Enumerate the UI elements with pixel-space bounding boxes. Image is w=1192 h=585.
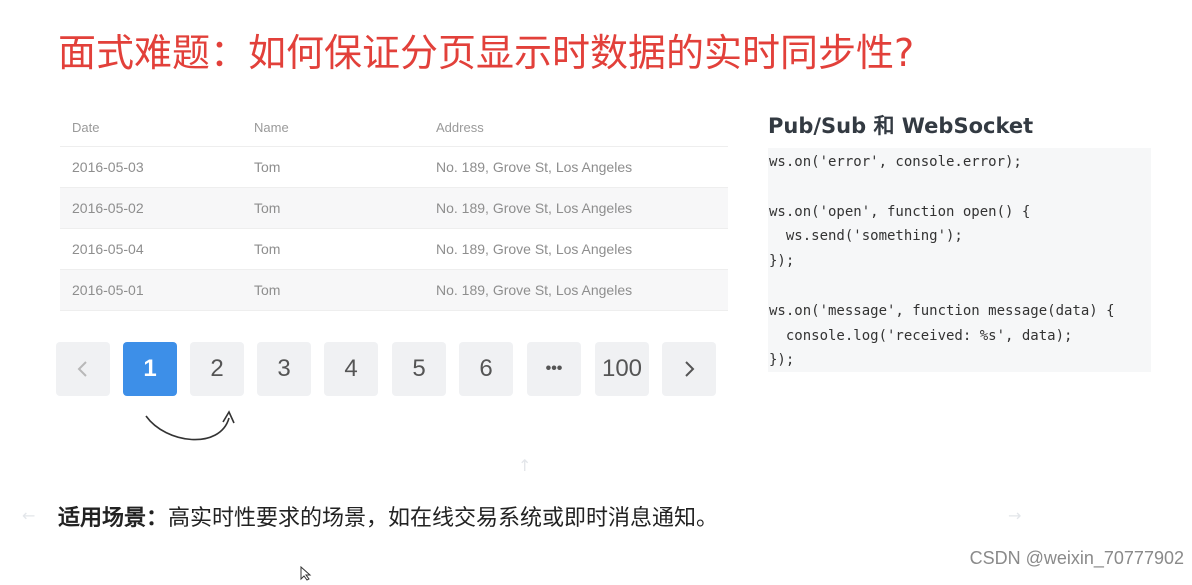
code-title: Pub/Sub 和 WebSocket xyxy=(768,114,1034,138)
page-button-3[interactable]: 3 xyxy=(257,342,311,396)
page-button-5[interactable]: 5 xyxy=(392,342,446,396)
faint-arrow-left-icon: ← xyxy=(22,506,36,525)
scenario-label: 适用场景： xyxy=(58,506,169,531)
watermark: CSDN @weixin_70777902 xyxy=(969,548,1184,568)
code-line: ws.on('error', console.error); xyxy=(769,154,1022,170)
cell-name: Tom xyxy=(254,200,281,216)
cell-address: No. 189, Grove St, Los Angeles xyxy=(436,200,633,216)
code-line: ws.on('open', function open() { xyxy=(769,203,1031,220)
cell-name: Tom xyxy=(254,159,281,175)
code-block: ws.on('error', console.error); ws.on('op… xyxy=(768,148,1151,372)
cell-address: No. 189, Grove St, Los Angeles xyxy=(436,241,633,257)
page-ellipsis-button[interactable]: ••• xyxy=(527,342,581,396)
cell-name: Tom xyxy=(254,241,281,257)
page-button-100[interactable]: 100 xyxy=(595,342,649,396)
faint-arrow-right-icon: → xyxy=(1008,506,1022,525)
cell-address: No. 189, Grove St, Los Angeles xyxy=(436,282,633,298)
header-date: Date xyxy=(72,119,100,135)
table-row[interactable]: 2016-05-02 Tom No. 189, Grove St, Los An… xyxy=(60,188,728,229)
code-line: }); xyxy=(769,352,795,369)
cell-date: 2016-05-04 xyxy=(72,241,144,257)
chevron-left-icon xyxy=(76,360,90,378)
faint-arrow-up-icon: ↑ xyxy=(518,456,532,475)
curved-arrow-icon xyxy=(140,404,240,454)
slide-title: 面式难题：如何保证分页显示时数据的实时同步性? xyxy=(58,31,915,75)
data-table: Date Name Address 2016-05-03 Tom No. 189… xyxy=(60,108,728,311)
table-row[interactable]: 2016-05-01 Tom No. 189, Grove St, Los An… xyxy=(60,270,728,311)
page-button-1[interactable]: 1 xyxy=(123,342,177,396)
cell-date: 2016-05-01 xyxy=(72,282,144,298)
cell-name: Tom xyxy=(254,282,281,298)
code-line: ws.send('something'); xyxy=(769,228,963,245)
header-name: Name xyxy=(254,119,289,135)
code-line: ws.on('message', function message(data) … xyxy=(769,302,1115,319)
next-page-button[interactable] xyxy=(662,342,716,396)
page-button-2[interactable]: 2 xyxy=(190,342,244,396)
cell-date: 2016-05-03 xyxy=(72,159,144,175)
page-button-4[interactable]: 4 xyxy=(324,342,378,396)
table-row[interactable]: 2016-05-04 Tom No. 189, Grove St, Los An… xyxy=(60,229,728,270)
code-line: }); xyxy=(769,253,795,270)
table-header: Date Name Address xyxy=(60,108,728,147)
table-row[interactable]: 2016-05-03 Tom No. 189, Grove St, Los An… xyxy=(60,147,728,188)
scenario-body: 高实时性要求的场景，如在线交易系统或即时消息通知。 xyxy=(168,506,719,531)
cell-date: 2016-05-02 xyxy=(72,200,144,216)
chevron-right-icon xyxy=(682,360,696,378)
cell-address: No. 189, Grove St, Los Angeles xyxy=(436,159,633,175)
page-button-6[interactable]: 6 xyxy=(459,342,513,396)
prev-page-button[interactable] xyxy=(56,342,110,396)
scenario-text: 适用场景：高实时性要求的场景，如在线交易系统或即时消息通知。 xyxy=(58,500,718,532)
mouse-cursor-icon xyxy=(300,565,312,585)
code-line: console.log('received: %s', data); xyxy=(769,327,1073,344)
header-address: Address xyxy=(436,119,484,135)
